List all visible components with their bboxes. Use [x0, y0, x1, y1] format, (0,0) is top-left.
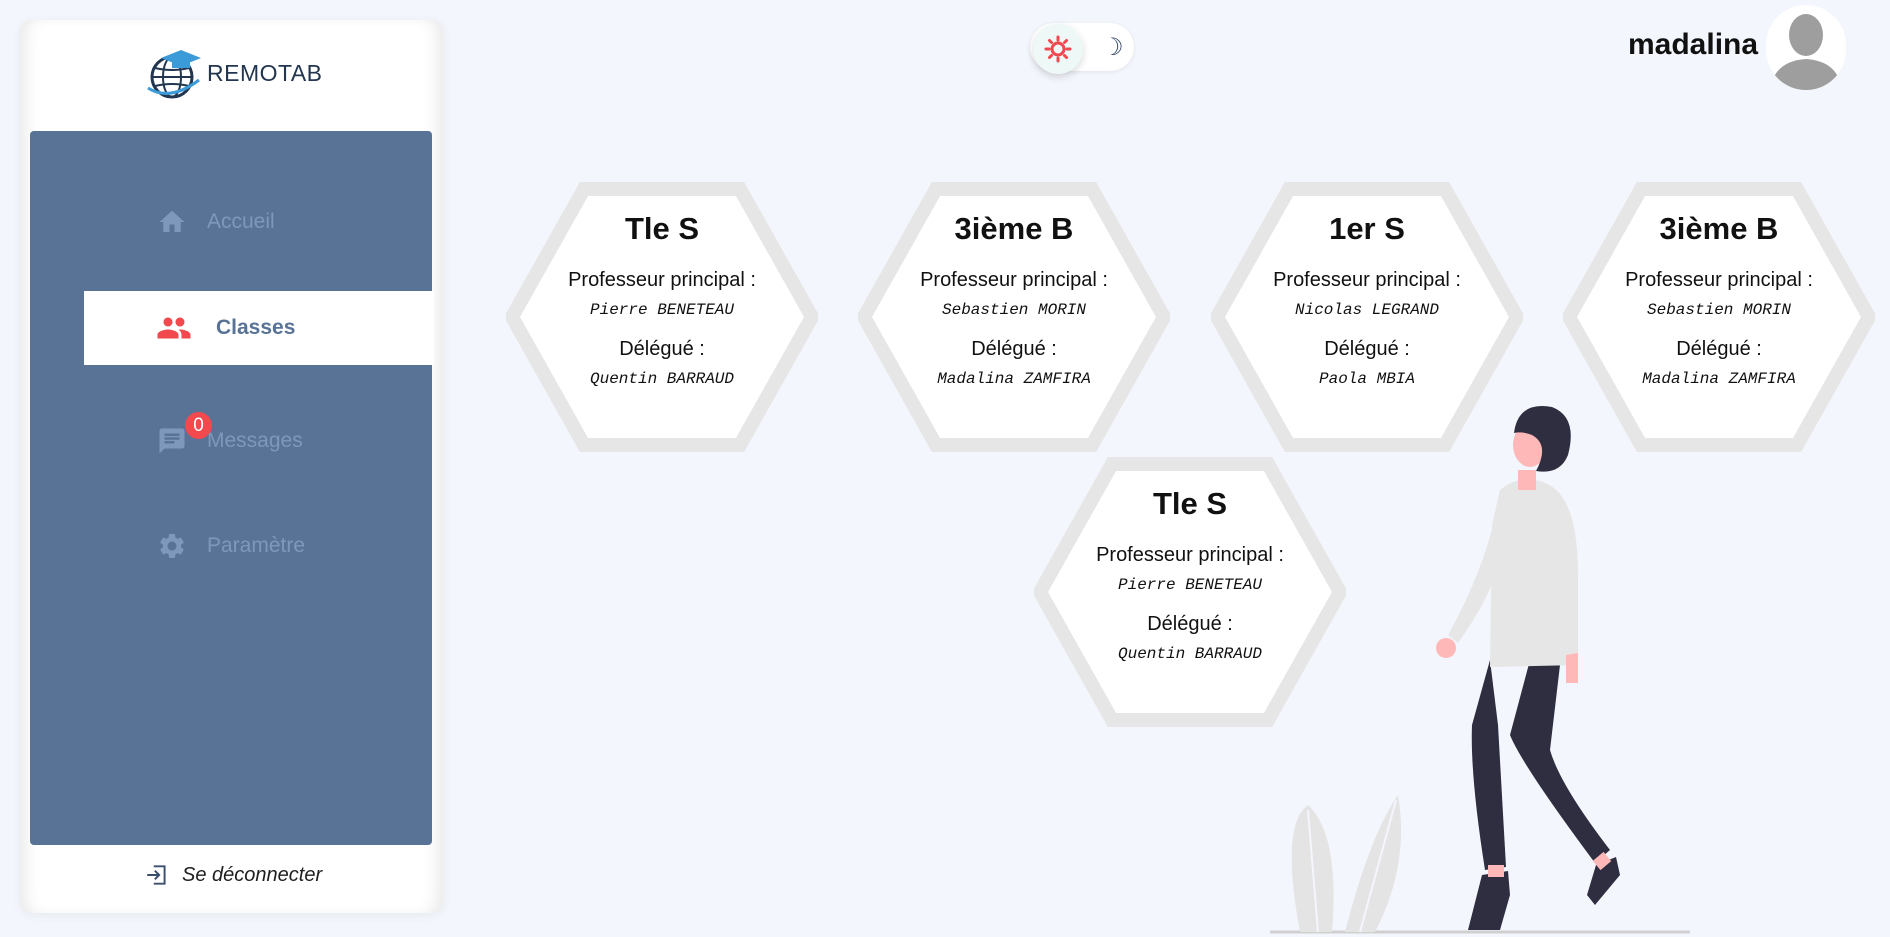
- prof-label: Professeur principal :: [920, 269, 1108, 291]
- avatar[interactable]: [1766, 5, 1846, 90]
- sidebar-item-label: Paramètre: [207, 534, 306, 557]
- logout-button[interactable]: Se déconnecter: [144, 862, 322, 888]
- sidebar-item-messages[interactable]: 0 Messages: [157, 412, 303, 456]
- sidebar-item-accueil[interactable]: Accueil: [157, 207, 275, 237]
- toggle-knob: [1033, 24, 1083, 74]
- class-name: 3ième B: [1659, 211, 1779, 246]
- class-name: Tle S: [624, 211, 700, 246]
- delegate-name: Madalina ZAMFIRA: [1642, 370, 1796, 388]
- message-icon: [159, 428, 185, 454]
- gear-icon: [160, 534, 184, 558]
- walking-person-illustration: [1270, 406, 1690, 934]
- delegate-name: Quentin BARRAUD: [589, 370, 735, 388]
- prof-name: Sebastien MORIN: [1646, 301, 1792, 319]
- sidebar-item-label: Messages: [207, 429, 303, 452]
- user-avatar-icon: [1770, 14, 1842, 90]
- app-name: REMOTAB: [207, 59, 323, 86]
- delegate-label: Délégué :: [1324, 338, 1410, 360]
- prof-name: Nicolas LEGRAND: [1294, 301, 1440, 319]
- class-card[interactable]: 3ième B Professeur principal : Sebastien…: [858, 181, 1170, 453]
- prof-name: Sebastien MORIN: [941, 301, 1087, 319]
- delegate-label: Délégué :: [619, 338, 705, 360]
- sidebar-item-label: Classes: [216, 316, 296, 339]
- moon-icon: ☽: [1102, 34, 1124, 61]
- logout-icon: [147, 865, 166, 885]
- logout-label: Se déconnecter: [182, 863, 323, 886]
- prof-name: Pierre BENETEAU: [589, 301, 735, 319]
- username: madalina: [1628, 28, 1759, 61]
- class-name: 1er S: [1329, 211, 1405, 246]
- globe-logo-icon: [147, 50, 201, 99]
- delegate-label: Délégué :: [1676, 338, 1762, 360]
- class-name: 3ième B: [954, 211, 1074, 246]
- class-card[interactable]: Tle S Professeur principal : Pierre BENE…: [506, 181, 818, 453]
- delegate-name: Paola MBIA: [1318, 370, 1415, 388]
- sidebar-item-classes[interactable]: Classes: [84, 291, 434, 365]
- sidebar-item-parametre[interactable]: Paramètre: [157, 531, 305, 561]
- users-icon: [157, 317, 191, 339]
- prof-label: Professeur principal :: [1273, 269, 1461, 291]
- unread-badge: 0: [185, 412, 212, 439]
- theme-toggle[interactable]: ☽: [1030, 23, 1134, 74]
- sidebar-item-label: Accueil: [207, 210, 275, 233]
- delegate-name: Madalina ZAMFIRA: [937, 370, 1091, 388]
- prof-label: Professeur principal :: [568, 269, 756, 291]
- home-icon: [159, 210, 185, 232]
- nav-panel: Accueil Classes 0 Messages Paramètre: [30, 131, 434, 845]
- prof-label: Professeur principal :: [1625, 269, 1813, 291]
- sun-icon: [1044, 35, 1072, 63]
- sidebar: REMOTAB Accueil Classes 0 Messages Param…: [20, 20, 443, 913]
- app-logo[interactable]: REMOTAB: [145, 44, 323, 102]
- delegate-label: Délégué :: [971, 338, 1057, 360]
